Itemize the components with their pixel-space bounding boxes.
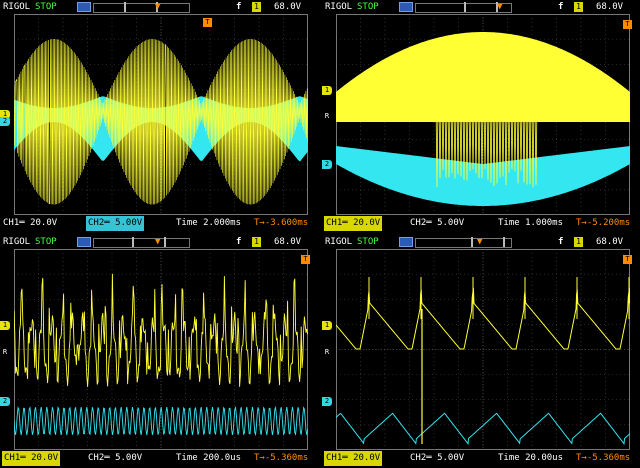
bottom-status-bar: CH1═ 20.0V CH2═ 5.00V Time 1.000ms T→-5.200… xyxy=(322,216,639,231)
trigger-level-value: 68.0V xyxy=(274,0,301,14)
waveform-svg xyxy=(336,14,630,215)
scope-panel-1: RIGOL STOP ▼ f 1 68.0V 1 2 T CH1═ 20.0V CH2═ 5.00V… xyxy=(0,0,317,231)
bottom-status-bar: CH1═ 20.0V CH2═ 5.00V Time 200.0us T→-5.360… xyxy=(0,451,317,466)
scope-panel-3: RIGOL STOP ▼ f 1 68.0V 1 R 2 T CH1═ 20.0V CH2═ 5.00… xyxy=(0,235,317,466)
reference-marker: R xyxy=(322,112,332,121)
trigger-source-badge: 1 xyxy=(574,2,583,12)
bottom-status-bar: CH1═ 20.0V CH2═ 5.00V Time 20.00us T→-5.360… xyxy=(322,451,639,466)
run-state-label[interactable]: STOP xyxy=(357,235,379,249)
waveform-display xyxy=(14,14,308,215)
trigger-edge-icon: f xyxy=(236,235,241,249)
ch1-scale-label[interactable]: CH1═ 20.0V xyxy=(324,451,382,466)
trigger-level-value: 68.0V xyxy=(596,235,623,249)
timebase-label[interactable]: Time 20.00us xyxy=(498,451,563,466)
brand-label: RIGOL xyxy=(325,0,352,14)
ch2-scale-label[interactable]: CH2═ 5.00V xyxy=(86,216,144,231)
channel-2-marker: 2 xyxy=(322,397,332,406)
timebase-label[interactable]: Time 2.000ms xyxy=(176,216,241,231)
channel-2-marker: 2 xyxy=(0,397,10,406)
trigger-edge-icon: f xyxy=(558,235,563,249)
graticule xyxy=(336,249,630,450)
channel-1-marker: 1 xyxy=(0,321,10,330)
top-status-bar: RIGOL STOP ▼ f 1 68.0V xyxy=(322,235,639,249)
channel-1-marker: 1 xyxy=(322,321,332,330)
trigger-position-icon: ▼ xyxy=(155,235,160,249)
channel-2-marker: 2 xyxy=(322,160,332,169)
trigger-offset-label[interactable]: T→-5.360ms xyxy=(576,451,630,466)
trigger-source-badge: 1 xyxy=(252,237,261,247)
trigger-position-icon: ▼ xyxy=(497,0,502,14)
trigger-edge-icon: f xyxy=(236,0,241,14)
run-state-label[interactable]: STOP xyxy=(35,0,57,14)
memory-window xyxy=(124,2,158,12)
trigger-source-badge: 1 xyxy=(574,237,583,247)
reference-marker: R xyxy=(322,348,332,357)
trigger-offset-label[interactable]: T→-3.600ms xyxy=(254,216,308,231)
scope-panel-4: RIGOL STOP ▼ f 1 68.0V 1 R 2 T CH1═ 20.0V CH2═ 5.00… xyxy=(322,235,639,466)
timebase-label[interactable]: Time 1.000ms xyxy=(498,216,563,231)
memory-depth-bar xyxy=(93,238,190,248)
waveform-display xyxy=(336,249,630,450)
memory-window xyxy=(132,237,166,247)
scope-panel-2: RIGOL STOP ▼ f 1 68.0V 1 R 2 T CH1═ 20.0V CH2═ 5.00… xyxy=(322,0,639,231)
trigger-level-marker: T xyxy=(623,255,632,264)
run-state-label[interactable]: STOP xyxy=(35,235,57,249)
waveform-display xyxy=(14,249,308,450)
memory-depth-bar xyxy=(93,3,190,13)
ch1-scale-label[interactable]: CH1═ 20.0V xyxy=(324,216,382,231)
waveform-svg xyxy=(14,14,308,215)
memory-buffer-icon xyxy=(77,2,91,12)
waveform-svg xyxy=(14,249,308,450)
memory-buffer-icon xyxy=(77,237,91,247)
top-status-bar: RIGOL STOP ▼ f 1 68.0V xyxy=(0,235,317,249)
trigger-offset-label[interactable]: T→-5.360ms xyxy=(254,451,308,466)
trigger-position-icon: ▼ xyxy=(155,0,160,14)
memory-window xyxy=(464,2,498,12)
brand-label: RIGOL xyxy=(325,235,352,249)
ch1-scale-label[interactable]: CH1═ 20.0V xyxy=(3,216,57,231)
waveform-display xyxy=(336,14,630,215)
brand-label: RIGOL xyxy=(3,235,30,249)
timebase-label[interactable]: Time 200.0us xyxy=(176,451,241,466)
trigger-level-value: 68.0V xyxy=(274,235,301,249)
trigger-offset-label[interactable]: T→-5.200ms xyxy=(576,216,630,231)
trigger-source-badge: 1 xyxy=(252,2,261,12)
channel-1-marker: 1 xyxy=(322,86,332,95)
memory-depth-bar xyxy=(415,238,512,248)
reference-marker: R xyxy=(0,348,10,357)
trigger-level-value: 68.0V xyxy=(596,0,623,14)
brand-label: RIGOL xyxy=(3,0,30,14)
top-status-bar: RIGOL STOP ▼ f 1 68.0V xyxy=(0,0,317,14)
ch1-scale-label[interactable]: CH1═ 20.0V xyxy=(2,451,60,466)
trigger-edge-icon: f xyxy=(558,0,563,14)
trigger-level-marker: T xyxy=(301,255,310,264)
memory-buffer-icon xyxy=(399,2,413,12)
trigger-position-icon: ▼ xyxy=(477,235,482,249)
run-state-label[interactable]: STOP xyxy=(357,0,379,14)
top-status-bar: RIGOL STOP ▼ f 1 68.0V xyxy=(322,0,639,14)
trigger-level-marker: T xyxy=(203,18,212,27)
ch2-scale-label[interactable]: CH2═ 5.00V xyxy=(88,451,142,466)
trigger-level-marker: T xyxy=(623,20,632,29)
ch2-scale-label[interactable]: CH2═ 5.00V xyxy=(410,451,464,466)
bottom-status-bar: CH1═ 20.0V CH2═ 5.00V Time 2.000ms T→-3.600… xyxy=(0,216,317,231)
channel-2-marker: 2 xyxy=(0,117,10,126)
memory-buffer-icon xyxy=(399,237,413,247)
ch2-scale-label[interactable]: CH2═ 5.00V xyxy=(410,216,464,231)
waveform-svg xyxy=(336,249,630,450)
